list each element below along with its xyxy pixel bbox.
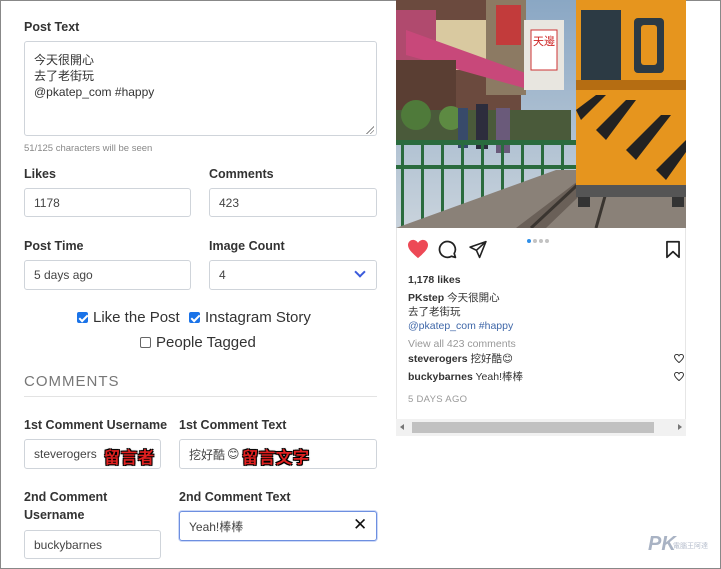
- post-time-label: Post Time: [24, 239, 84, 253]
- preview-caption-line2: 去了老街玩: [408, 306, 461, 318]
- c2-text-input[interactable]: Yeah!棒棒: [179, 511, 377, 541]
- comments-input[interactable]: 423: [209, 188, 377, 217]
- preview-caption: PKstep 今天很開心: [408, 291, 500, 305]
- post-text-label: Post Text: [24, 20, 80, 34]
- c1-text-value: 挖好酷: [189, 447, 226, 462]
- preview-comment-2-text: Yeah!棒棒: [475, 371, 523, 383]
- carousel-dot-1: [527, 239, 531, 243]
- people-tagged-checkbox[interactable]: [140, 337, 151, 348]
- c2-text-value: Yeah!棒棒: [189, 519, 244, 534]
- c2-username-input[interactable]: buckybarnes: [24, 530, 161, 559]
- likes-label: Likes: [24, 167, 56, 181]
- smile-emoji-icon: 😊: [227, 447, 240, 461]
- preview-comment-2: buckybarnes Yeah!棒棒: [408, 370, 523, 384]
- people-tagged-label: People Tagged: [156, 334, 256, 351]
- post-photo: 天邊: [396, 0, 686, 228]
- scrollbar-thumb[interactable]: [412, 422, 654, 433]
- share-icon[interactable]: [468, 240, 488, 259]
- small-heart-icon[interactable]: [674, 372, 684, 381]
- annotation-commenter: 留言者: [104, 450, 156, 467]
- like-post-option[interactable]: Like the Post: [77, 309, 180, 326]
- instagram-story-checkbox[interactable]: [189, 312, 200, 323]
- watermark-subtext: 電腦王阿達: [673, 543, 708, 550]
- likes-value: 1178: [34, 195, 60, 210]
- c1-text-label: 1st Comment Text: [179, 418, 287, 432]
- preview-view-all-comments[interactable]: View all 423 comments: [408, 337, 516, 351]
- sign-text: 天邊: [533, 34, 555, 48]
- preview-caption-line1: 今天很開心: [447, 292, 500, 304]
- comment-icon[interactable]: [438, 240, 457, 259]
- preview-comment-1-user[interactable]: steverogers: [408, 353, 468, 365]
- preview-comment-2-user[interactable]: buckybarnes: [408, 371, 473, 383]
- preview-comment-1-text: 挖好酷: [470, 353, 502, 365]
- likes-input[interactable]: 1178: [24, 188, 191, 217]
- post-time-input[interactable]: 5 days ago: [24, 260, 191, 290]
- watermark-logo: PK: [648, 533, 676, 555]
- post-text-input[interactable]: [24, 41, 377, 136]
- small-heart-icon[interactable]: [674, 354, 684, 363]
- section-divider: [24, 396, 377, 397]
- carousel-dot-4: [545, 239, 549, 243]
- instagram-story-option[interactable]: Instagram Story: [189, 309, 311, 326]
- resize-handle[interactable]: [366, 126, 374, 134]
- people-tagged-option[interactable]: People Tagged: [140, 334, 256, 351]
- preview-tags[interactable]: @pkatep_com #happy: [408, 319, 513, 333]
- preview-likes-count: 1,178 likes: [408, 274, 461, 286]
- post-time-value: 5 days ago: [34, 268, 93, 282]
- character-count-hint: 51/125 characters will be seen: [24, 143, 153, 154]
- annotation-comment-text: 留言文字: [242, 450, 311, 467]
- like-post-checkbox[interactable]: [77, 312, 88, 323]
- smile-emoji-icon: 😊: [501, 353, 513, 365]
- photo-illustration: 天邊: [396, 0, 686, 228]
- comments-label: Comments: [209, 167, 274, 181]
- c2-text-label: 2nd Comment Text: [179, 490, 291, 504]
- preview-username[interactable]: PKstep: [408, 292, 444, 304]
- c2-username-label-line1: 2nd Comment: [24, 490, 108, 504]
- comments-value: 423: [219, 195, 240, 210]
- image-count-label: Image Count: [209, 239, 285, 253]
- image-count-value: 4: [219, 268, 226, 282]
- carousel-dot-3: [539, 239, 543, 243]
- like-post-label: Like the Post: [93, 309, 180, 326]
- c1-username-label: 1st Comment Username: [24, 418, 168, 432]
- carousel-dot-2: [533, 239, 537, 243]
- image-count-select[interactable]: 4: [209, 260, 377, 290]
- comments-section-title: COMMENTS: [24, 373, 120, 390]
- scroll-left-icon[interactable]: [400, 424, 404, 430]
- clear-icon[interactable]: ✕: [353, 515, 367, 535]
- preview-comment-1: steverogers 挖好酷😊: [408, 352, 513, 366]
- c2-username-label-line2: Username: [24, 508, 85, 522]
- instagram-story-label: Instagram Story: [205, 309, 311, 326]
- heart-icon[interactable]: [407, 239, 429, 259]
- preview-post-time: 5 DAYS AGO: [408, 394, 468, 405]
- c2-username-value: buckybarnes: [34, 537, 103, 552]
- c1-username-value: steverogers: [34, 447, 97, 461]
- scroll-right-icon[interactable]: [678, 424, 682, 430]
- bookmark-icon[interactable]: [665, 240, 681, 259]
